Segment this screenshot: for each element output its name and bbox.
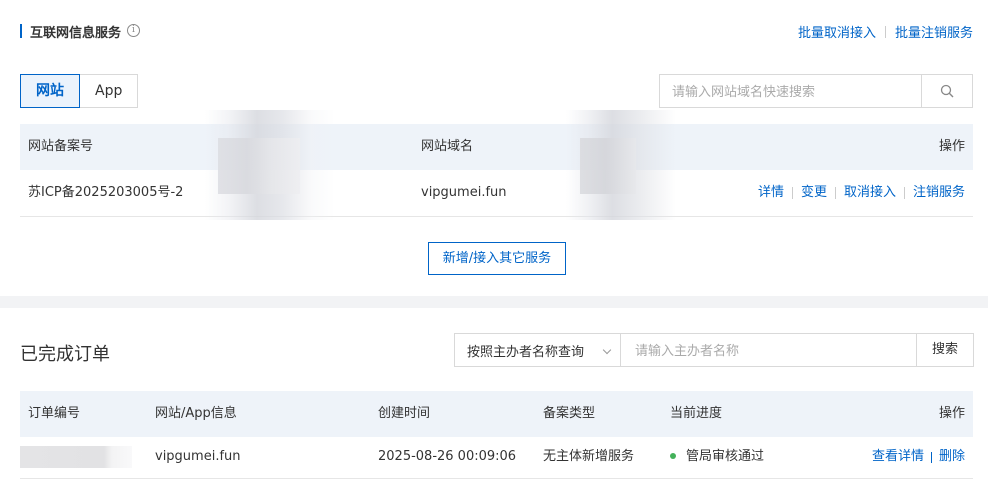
header-record-number: 网站备案号 (28, 139, 94, 154)
header-record-type: 备案类型 (543, 406, 596, 421)
chevron-down-icon (602, 345, 612, 355)
view-detail-link[interactable]: 查看详情 (872, 437, 924, 477)
add-service-button[interactable]: 新增/接入其它服务 (428, 242, 566, 275)
domain-search (659, 74, 973, 108)
batch-links: 批量取消接入 批量注销服务 (798, 22, 973, 41)
search-button[interactable] (921, 75, 972, 107)
header-operations: 操作 (938, 406, 965, 421)
action-divider (834, 187, 836, 199)
link-divider (884, 25, 886, 38)
redaction-mask (218, 138, 300, 194)
orders-section-title: 已完成订单 (20, 344, 110, 365)
action-divider (903, 187, 905, 199)
change-link[interactable]: 变更 (801, 170, 827, 216)
search-icon (940, 84, 954, 98)
info-circle-icon[interactable]: i (127, 24, 140, 37)
section-divider (0, 296, 988, 308)
batch-cancel-access-link[interactable]: 批量取消接入 (798, 22, 876, 41)
type-tabs: 网站 App (20, 74, 139, 108)
header-info: 网站/App信息 (155, 406, 237, 421)
record-number: 苏ICP备2025203005号-2 (28, 185, 184, 200)
table-row: 苏ICP备2025203005号-2 vipgumei.fun 详情 变更 取消… (20, 170, 973, 217)
progress-status: 管局审核通过 (670, 437, 764, 477)
domain-search-input[interactable] (660, 75, 921, 107)
sponsor-name-input[interactable] (621, 334, 916, 366)
service-section-title: 互联网信息服务 (30, 26, 122, 41)
filter-select[interactable]: 按照主办者名称查询 (455, 334, 621, 366)
action-divider (791, 187, 793, 199)
header-created-time: 创建时间 (378, 406, 431, 421)
row-actions: 查看详情 删除 (872, 437, 965, 477)
action-divider (930, 451, 932, 463)
cancel-access-link[interactable]: 取消接入 (844, 170, 896, 216)
redaction-mask (20, 446, 132, 468)
orders-search-button[interactable]: 搜索 (916, 334, 973, 366)
redaction-mask (580, 138, 636, 194)
orders-filter: 按照主办者名称查询 搜索 (454, 333, 974, 367)
status-dot (670, 452, 676, 459)
header-domain: 网站域名 (421, 139, 474, 154)
tab-app[interactable]: App (80, 74, 139, 108)
row-actions: 详情 变更 取消接入 注销服务 (758, 170, 965, 216)
orders-table-header: 订单编号 网站/App信息 创建时间 备案类型 当前进度 操作 (20, 391, 973, 437)
table-row: vipgumei.fun 2025-08-26 00:09:06 无主体新增服务… (20, 437, 973, 479)
header-order-number: 订单编号 (28, 406, 81, 421)
filter-select-value: 按照主办者名称查询 (467, 344, 585, 360)
section-accent-bar (20, 24, 22, 38)
record-type: 无主体新增服务 (543, 449, 635, 464)
order-site-info: vipgumei.fun (155, 449, 241, 464)
site-table-header: 网站备案号 网站域名 操作 (20, 124, 973, 170)
delete-link[interactable]: 删除 (939, 437, 965, 477)
deregister-link[interactable]: 注销服务 (913, 170, 965, 216)
created-time: 2025-08-26 00:09:06 (378, 449, 517, 464)
header-operations: 操作 (938, 139, 965, 154)
batch-deregister-link[interactable]: 批量注销服务 (895, 22, 973, 41)
domain-name: vipgumei.fun (421, 185, 507, 200)
detail-link[interactable]: 详情 (758, 170, 784, 216)
header-progress: 当前进度 (670, 406, 723, 421)
progress-text: 管局审核通过 (686, 449, 765, 464)
tab-website[interactable]: 网站 (20, 74, 80, 108)
